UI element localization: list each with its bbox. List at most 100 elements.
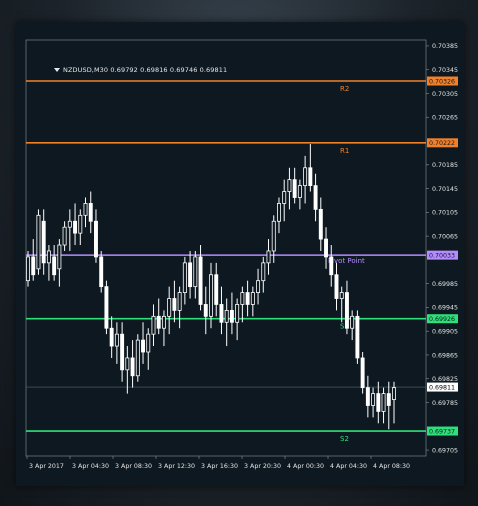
ohlc-low: 0.69746 xyxy=(169,66,198,74)
candle-body xyxy=(209,274,213,317)
candle-body xyxy=(386,393,391,406)
candle-body xyxy=(104,286,109,329)
candle-body xyxy=(282,191,287,204)
candle-body xyxy=(381,393,386,412)
candle-body xyxy=(308,167,313,186)
candle-body xyxy=(36,214,41,270)
time-tick-label: 4 Apr 04:30 xyxy=(330,463,367,470)
candle-body xyxy=(350,315,355,329)
candle-body xyxy=(318,208,323,240)
price-tick-label: 0.69825 xyxy=(432,376,458,383)
ohlc-high: 0.69816 xyxy=(140,66,168,74)
candle-body xyxy=(376,393,381,412)
price-tick-label: 0.70145 xyxy=(432,186,458,193)
candle-body xyxy=(297,185,302,198)
level-label-R2: R2 xyxy=(340,85,349,93)
time-tick-label: 3 Apr 20:30 xyxy=(244,463,281,470)
time-tick-label: 4 Apr 00:30 xyxy=(287,463,324,470)
candle-body xyxy=(73,220,78,234)
price-tick-label: 0.69865 xyxy=(432,352,458,359)
candle-body xyxy=(161,315,166,329)
level-price-S2: 0.69737 xyxy=(429,428,455,435)
candle-body xyxy=(52,256,57,276)
candle-body xyxy=(266,250,271,264)
candle-body xyxy=(214,274,219,305)
candle-body xyxy=(365,387,370,406)
candle-body xyxy=(277,203,281,222)
level-label-pivot: Pivot Point xyxy=(328,257,365,265)
candle-body xyxy=(57,244,62,270)
candle-body xyxy=(114,333,119,347)
candle-body xyxy=(250,292,255,305)
candle-body xyxy=(99,256,104,288)
price-tick-label: 0.69785 xyxy=(432,400,458,407)
time-tick-label: 4 Apr 08:30 xyxy=(373,463,410,470)
candle-body xyxy=(31,256,36,276)
candle-body xyxy=(224,309,229,323)
candle-body xyxy=(78,214,83,234)
candle-body xyxy=(339,292,344,299)
candle-body xyxy=(188,262,193,288)
level-price-S1: 0.69926 xyxy=(429,316,455,323)
candle-body xyxy=(193,256,198,288)
candle-body xyxy=(229,309,234,323)
current-price-label: 0.69811 xyxy=(429,384,455,391)
candle-body xyxy=(355,315,360,359)
candlesticks xyxy=(26,144,396,430)
candle-body xyxy=(151,315,156,335)
candle-body xyxy=(46,250,51,264)
ohlc-open: 0.69792 xyxy=(110,66,138,74)
candle-body xyxy=(135,339,140,377)
candle-body xyxy=(360,357,365,389)
candle-body xyxy=(392,387,396,400)
candle-body xyxy=(172,298,177,311)
candle-body xyxy=(198,256,203,305)
candle-body xyxy=(235,304,240,323)
ohlc-close: 0.69811 xyxy=(199,66,228,74)
candle-body xyxy=(287,179,292,192)
price-chart[interactable]: R20.70326R10.70222Pivot Point0.70033S10.… xyxy=(16,22,464,486)
price-axis: 0.70385 0.70345 0.70305 0.70265 0.70185 0.701… xyxy=(426,43,458,454)
price-tick-label: 0.69945 xyxy=(432,305,458,312)
candle-body xyxy=(125,357,130,371)
candle-body xyxy=(146,333,151,353)
candle-body xyxy=(240,292,245,305)
candle-body xyxy=(261,262,266,282)
price-tick-label: 0.70385 xyxy=(432,43,458,50)
symbol-info: NZDUSD,M30 0.69792 0.69816 0.69746 0.698… xyxy=(54,66,227,74)
price-tick-label: 0.70065 xyxy=(432,233,458,240)
candle-body xyxy=(141,339,145,353)
candle-body xyxy=(292,179,297,198)
candle-body xyxy=(167,298,172,317)
candle-body xyxy=(245,292,250,305)
price-tick-label: 0.70305 xyxy=(432,91,458,98)
candle-body xyxy=(88,203,93,222)
price-tick-label: 0.70105 xyxy=(432,210,458,217)
time-tick-label: 3 Apr 16:30 xyxy=(201,463,238,470)
candle-body xyxy=(344,292,349,329)
candle-body xyxy=(203,304,208,317)
candle-body xyxy=(94,220,98,258)
candle-body xyxy=(177,292,182,311)
dropdown-triangle-icon[interactable] xyxy=(54,68,60,72)
price-tick-label: 0.69705 xyxy=(432,447,458,454)
time-tick-label: 3 Apr 12:30 xyxy=(158,463,195,470)
level-label-R1: R1 xyxy=(340,147,349,155)
candle-body xyxy=(182,262,187,293)
candle-body xyxy=(156,315,161,329)
candle-body xyxy=(271,220,276,252)
candle-body xyxy=(371,393,376,406)
candle-body xyxy=(130,357,135,377)
candle-body xyxy=(83,203,88,216)
time-tick-label: 3 Apr 2017 xyxy=(29,463,64,470)
candle-body xyxy=(41,220,46,264)
candle-body xyxy=(62,226,67,246)
time-tick-label: 3 Apr 04:30 xyxy=(72,463,109,470)
level-price-R1: 0.70222 xyxy=(429,140,455,147)
price-tick-label: 0.70345 xyxy=(432,67,458,74)
time-tick-label: 3 Apr 08:30 xyxy=(115,463,152,470)
chart-window[interactable]: R2 0.70326 R1 0.70222 Pivot Point 0.70033 S1 0.… xyxy=(16,22,464,486)
price-tick-label: 0.69985 xyxy=(432,281,458,288)
candle-body xyxy=(26,256,30,282)
level-price-R2: 0.70326 xyxy=(429,78,455,85)
